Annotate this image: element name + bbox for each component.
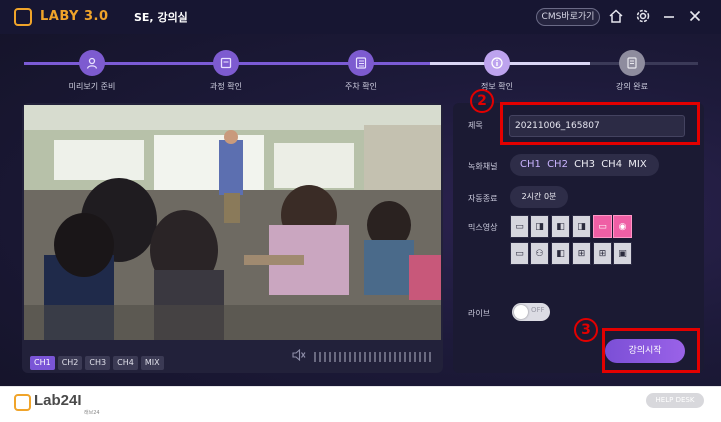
room-name: SE, 강의실 xyxy=(134,11,188,24)
mix-layout-quad-person-icon[interactable]: ⊞ xyxy=(572,242,591,265)
home-icon[interactable] xyxy=(607,8,625,26)
rec-channel-ch2[interactable]: CH2 xyxy=(547,159,568,170)
title-label: 제목 xyxy=(468,121,483,130)
cms-shortcut-button[interactable]: CMS바로가기 xyxy=(536,8,600,26)
step-preview: 미리보기 준비 xyxy=(52,50,132,92)
annotation-box-title xyxy=(500,102,700,145)
preview-ch4-button[interactable]: CH4 xyxy=(113,356,138,370)
annotation-box-start xyxy=(602,328,700,373)
mix-layout-people-icon[interactable]: ⚇ xyxy=(530,242,549,265)
help-desk-button[interactable]: HELP DESK xyxy=(646,393,704,408)
app-window: LABY 3.0 SE, 강의실 CMS바로가기 미리보기 준비 과정 확인 주… xyxy=(0,0,721,386)
step-label: 주차 확인 xyxy=(345,82,377,91)
laby-logo-icon xyxy=(14,8,32,26)
audio-level-meter xyxy=(314,352,434,362)
slides-icon xyxy=(213,50,239,76)
preview-panel: CH1 CH2 CH3 CH4 MIX xyxy=(22,103,443,373)
step-week: 주차 확인 xyxy=(321,50,401,92)
preview-channel-selector: CH1 CH2 CH3 CH4 MIX xyxy=(30,350,167,370)
rec-channel-mix[interactable]: MIX xyxy=(628,159,646,170)
mix-layout-label: 믹스영상 xyxy=(468,223,498,232)
mix-layout-screen-person-icon[interactable]: ◨ xyxy=(572,215,591,238)
mix-layout-quad-grid-icon[interactable]: ⊞ xyxy=(593,242,612,265)
step-label: 정보 확인 xyxy=(481,82,513,91)
live-toggle-state: OFF xyxy=(531,306,545,314)
mix-layout-person-selected-icon[interactable]: ◉ xyxy=(613,215,632,238)
rec-channel-ch4[interactable]: CH4 xyxy=(601,159,622,170)
annotation-marker-3: 3 xyxy=(574,318,598,342)
step-course: 과정 확인 xyxy=(186,50,266,92)
toggle-knob xyxy=(514,305,528,319)
mix-layout-pip-person-icon[interactable]: ◨ xyxy=(530,215,549,238)
step-label: 강의 완료 xyxy=(616,82,648,91)
footer-logo-subtext: 래브24 xyxy=(84,410,100,416)
preview-ch1-button[interactable]: CH1 xyxy=(30,356,55,370)
gear-icon[interactable] xyxy=(634,8,652,26)
mix-layout-camera-icon[interactable]: ▣ xyxy=(613,242,632,265)
live-toggle[interactable]: OFF xyxy=(512,303,550,321)
mix-layout-monitor-selected-icon[interactable]: ▭ xyxy=(593,215,612,238)
title-bar: LABY 3.0 SE, 강의실 CMS바로가기 xyxy=(0,0,721,34)
rec-channel-group: CH1 CH2 CH3 CH4 MIX xyxy=(510,154,659,176)
auto-end-label: 자동종료 xyxy=(468,194,498,203)
preview-mix-button[interactable]: MIX xyxy=(140,356,164,370)
speaker-icon[interactable] xyxy=(292,348,306,364)
close-icon[interactable] xyxy=(686,8,704,26)
rec-channel-ch3[interactable]: CH3 xyxy=(574,159,595,170)
mix-layout-person-split-icon[interactable]: ◧ xyxy=(551,242,570,265)
annotation-marker-2: 2 xyxy=(470,89,494,113)
classroom-video-frame xyxy=(24,105,441,340)
footer-bar: Lab24I 래브24 HELP DESK xyxy=(0,386,721,422)
mix-layout-person-screen-icon[interactable]: ◧ xyxy=(551,215,570,238)
step-complete: 강의 완료 xyxy=(592,50,672,92)
rec-channel-label: 녹화채널 xyxy=(468,162,498,171)
camera-preview xyxy=(24,105,441,340)
list-icon xyxy=(348,50,374,76)
user-icon xyxy=(79,50,105,76)
minimize-icon[interactable] xyxy=(660,8,678,26)
live-label: 라이브 xyxy=(468,309,491,318)
app-logo-text: LABY 3.0 xyxy=(40,9,109,24)
step-label: 과정 확인 xyxy=(210,82,242,91)
step-info: 정보 확인 xyxy=(457,50,537,92)
mix-layout-monitor-split-icon[interactable]: ▭ xyxy=(510,242,529,265)
preview-ch2-button[interactable]: CH2 xyxy=(57,356,83,370)
document-icon xyxy=(619,50,645,76)
step-label: 미리보기 준비 xyxy=(68,82,116,91)
info-icon xyxy=(484,50,510,76)
lab241-logo-icon xyxy=(14,394,31,411)
auto-end-select[interactable]: 2시간 0분 xyxy=(510,186,568,208)
rec-channel-ch1[interactable]: CH1 xyxy=(520,159,541,170)
mix-layout-single-monitor-icon[interactable]: ▭ xyxy=(510,215,529,238)
preview-ch3-button[interactable]: CH3 xyxy=(85,356,111,370)
footer-logo-text: Lab24I xyxy=(34,392,82,409)
